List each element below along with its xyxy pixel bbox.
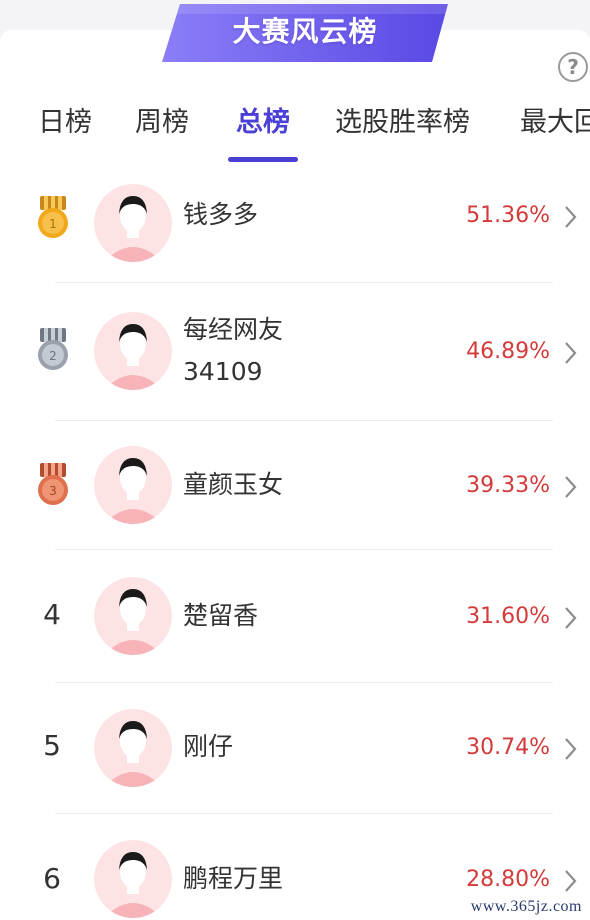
tab-weekly[interactable]: 周榜	[135, 100, 189, 164]
user-name: 钱多多	[183, 200, 259, 229]
user-name: 楚留香	[183, 601, 259, 630]
rank-number: 4	[43, 598, 61, 631]
chevron-right-icon	[565, 738, 577, 760]
user-name: 鹏程万里	[183, 864, 284, 893]
tab-win-rate[interactable]: 选股胜率榜	[335, 100, 470, 164]
chevron-right-icon	[565, 476, 577, 498]
chevron-right-icon	[565, 870, 577, 892]
leaderboard-row[interactable]: 1 钱多多 51.36%	[0, 172, 590, 282]
tab-max-drawdown[interactable]: 最大回	[520, 100, 590, 164]
return-rate: 30.74%	[466, 735, 550, 760]
avatar	[94, 312, 172, 390]
return-rate: 51.36%	[466, 203, 550, 228]
return-rate: 39.33%	[466, 473, 550, 498]
user-name: 童颜玉女	[183, 470, 284, 499]
rank-number: 5	[43, 729, 61, 762]
banner-title: 大赛风云榜	[232, 15, 378, 48]
watermark: www.365jz.com	[470, 898, 582, 915]
return-rate: 46.89%	[466, 339, 550, 364]
tab-daily[interactable]: 日榜	[38, 100, 92, 164]
leaderboard-row[interactable]: 2 每经网友 34109 46.89%	[0, 283, 590, 419]
avatar	[94, 184, 172, 262]
rank-number: 6	[43, 862, 61, 895]
svg-text:2: 2	[49, 349, 57, 363]
avatar	[94, 577, 172, 655]
leaderboard-row[interactable]: 4 楚留香 31.60%	[0, 550, 590, 682]
user-name: 每经网友 34109	[183, 309, 403, 393]
tab-overall[interactable]: 总榜	[236, 100, 290, 164]
bronze-medal-icon: 3	[38, 463, 68, 505]
user-name-line2: 34109	[183, 357, 263, 386]
active-tab-indicator	[228, 157, 298, 162]
svg-text:3: 3	[49, 484, 57, 498]
user-name: 刚仔	[183, 732, 234, 761]
chevron-right-icon	[565, 607, 577, 629]
leaderboard-row[interactable]: 5 刚仔 30.74%	[0, 683, 590, 813]
avatar	[94, 709, 172, 787]
leaderboard-banner: 大赛风云榜	[162, 4, 448, 62]
avatar	[94, 446, 172, 524]
silver-medal-icon: 2	[38, 328, 68, 370]
user-name-line1: 每经网友	[183, 315, 284, 344]
leaderboard-row[interactable]: 3 童颜玉女 39.33%	[0, 421, 590, 549]
gold-medal-icon: 1	[38, 196, 68, 238]
svg-text:1: 1	[49, 217, 57, 231]
return-rate: 31.60%	[466, 604, 550, 629]
chevron-right-icon	[565, 206, 577, 228]
avatar	[94, 840, 172, 918]
ranking-tabs: 日榜 周榜 总榜 选股胜率榜 最大回	[0, 100, 590, 164]
help-icon[interactable]: ?	[558, 52, 588, 82]
return-rate: 28.80%	[466, 867, 550, 892]
chevron-right-icon	[565, 342, 577, 364]
